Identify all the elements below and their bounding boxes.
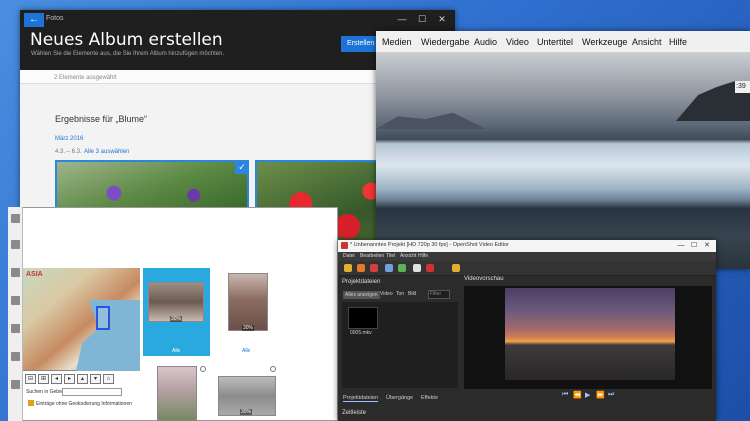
menu-title[interactable]: Titel (386, 253, 395, 259)
maximize-icon[interactable]: ☐ (415, 12, 429, 26)
menu-help[interactable]: Hilfe (418, 253, 428, 259)
thumbnail-badge: 30% (240, 409, 253, 415)
save-project-icon[interactable] (370, 264, 378, 272)
media-player-window: Medien Wiedergabe Audio Video Untertitel… (376, 31, 750, 269)
menu-video[interactable]: Video (506, 37, 529, 47)
menu-file[interactable]: Datei (343, 253, 355, 259)
menu-audio[interactable]: Audio (474, 37, 497, 47)
tab-transitions[interactable]: Übergänge (386, 395, 413, 401)
tab-effects[interactable]: Effekte (421, 395, 438, 401)
rotate-icon[interactable] (270, 366, 276, 372)
page-subtitle: Wählen Sie die Elemente aus, die Sie Ihr… (31, 51, 225, 57)
menu-help[interactable]: Hilfe (669, 37, 687, 47)
video-preview-label: Videovorschau (464, 276, 504, 282)
profile-icon[interactable] (426, 264, 434, 272)
tool-icon[interactable] (11, 296, 20, 305)
time-display: :39 (735, 81, 750, 93)
filter-image[interactable]: Bild (408, 291, 416, 297)
selected-count: 2 Elemente ausgewählt (54, 75, 117, 81)
preview-frame (505, 288, 675, 380)
zoom-in-button[interactable]: ⊞ (38, 374, 49, 384)
menu-playback[interactable]: Wiedergabe (421, 37, 470, 47)
geocoding-note[interactable]: Einträge ohne Geokodierung Informationen (36, 401, 132, 407)
page-title: Neues Album erstellen (30, 30, 223, 50)
file-thumbnail[interactable] (348, 307, 378, 329)
warning-icon (28, 400, 34, 406)
openshot-window: * Unbenanntes Projekt [HD 720p 30 fps] -… (338, 240, 716, 421)
thumbnail-badge: 30% (170, 316, 183, 322)
openshot-toolbar (338, 261, 716, 276)
file-name: 0005.mkv (350, 330, 372, 336)
video-frame[interactable] (376, 53, 750, 269)
tool-icon[interactable] (11, 324, 20, 333)
search-area-label: Suchen in Gebiet: (26, 389, 66, 395)
project-files-label: Projektdateien (342, 279, 381, 285)
close-icon[interactable]: ✕ (702, 240, 712, 252)
thumbnail-caption: Alle (172, 348, 181, 354)
back-icon[interactable]: ← (24, 13, 44, 27)
map-selection-marker[interactable] (96, 306, 110, 330)
date-range: 4.3. – 6.3. (55, 149, 82, 155)
filter-video[interactable]: Video (380, 291, 393, 297)
filter-audio[interactable]: Ton (396, 291, 404, 297)
pan-left-button[interactable]: ◂ (51, 374, 62, 384)
minimize-icon[interactable]: — (395, 12, 409, 26)
window-title: * Unbenanntes Projekt [HD 720p 30 fps] -… (350, 242, 509, 248)
fast-forward-icon[interactable]: ⏩ (596, 391, 605, 399)
select-all-link[interactable]: Alle 3 auswählen (84, 149, 129, 155)
menu-tools[interactable]: Werkzeuge (582, 37, 627, 47)
app-title: Fotos (46, 15, 64, 22)
rewind-icon[interactable]: ⏪ (573, 391, 582, 399)
jump-start-icon[interactable]: ⏮ (562, 391, 568, 399)
pan-down-button[interactable]: ▾ (90, 374, 101, 384)
tool-icon[interactable] (11, 268, 20, 277)
rotate-icon[interactable] (200, 366, 206, 372)
tool-icon[interactable] (11, 352, 20, 361)
menu-subtitles[interactable]: Untertitel (537, 37, 573, 47)
zoom-out-button[interactable]: ⊟ (25, 374, 36, 384)
pan-right-button[interactable]: ▸ (64, 374, 75, 384)
tab-project-files[interactable]: Projektdateien (343, 395, 379, 402)
maximize-icon[interactable]: ☐ (689, 240, 699, 252)
minimize-icon[interactable]: — (676, 240, 686, 252)
gallery-thumbnail[interactable] (157, 366, 197, 421)
menu-view[interactable]: Ansicht (632, 37, 662, 47)
gallery-thumbnail[interactable] (228, 273, 268, 331)
thumbnail-caption: Alle (242, 348, 251, 354)
menu-view[interactable]: Ansicht (400, 253, 416, 259)
date-group-link[interactable]: März 2016 (55, 136, 83, 142)
menu-media[interactable]: Medien (382, 37, 412, 47)
filter-input[interactable]: Filter (428, 290, 450, 299)
export-video-icon[interactable] (452, 264, 460, 272)
close-icon[interactable]: ✕ (435, 12, 449, 26)
tool-icon[interactable] (11, 214, 20, 223)
play-icon[interactable]: ▶ (585, 391, 590, 399)
open-project-icon[interactable] (357, 264, 365, 272)
checkmark-icon[interactable]: ✓ (235, 160, 249, 174)
thumbnail-badge: 30% (242, 325, 255, 331)
import-files-icon[interactable] (413, 264, 421, 272)
new-project-icon[interactable] (344, 264, 352, 272)
tool-icon[interactable] (11, 380, 20, 389)
pan-up-button[interactable]: ▴ (77, 374, 88, 384)
search-area-input[interactable] (62, 388, 122, 396)
results-heading: Ergebnisse für „Blume“ (55, 114, 148, 124)
map-label: ASIA (26, 271, 43, 278)
home-button[interactable]: ⌂ (103, 374, 114, 384)
menu-edit[interactable]: Bearbeiten (360, 253, 384, 259)
photos-titlebar (20, 10, 455, 30)
redo-icon[interactable] (398, 264, 406, 272)
openshot-app-icon (341, 242, 348, 249)
undo-icon[interactable] (385, 264, 393, 272)
timeline-label: Zeitleiste (342, 410, 367, 416)
tool-icon[interactable] (11, 240, 20, 249)
filter-show-all[interactable]: Alles anzeigen (343, 291, 380, 299)
jump-end-icon[interactable]: ⏭ (608, 391, 614, 399)
